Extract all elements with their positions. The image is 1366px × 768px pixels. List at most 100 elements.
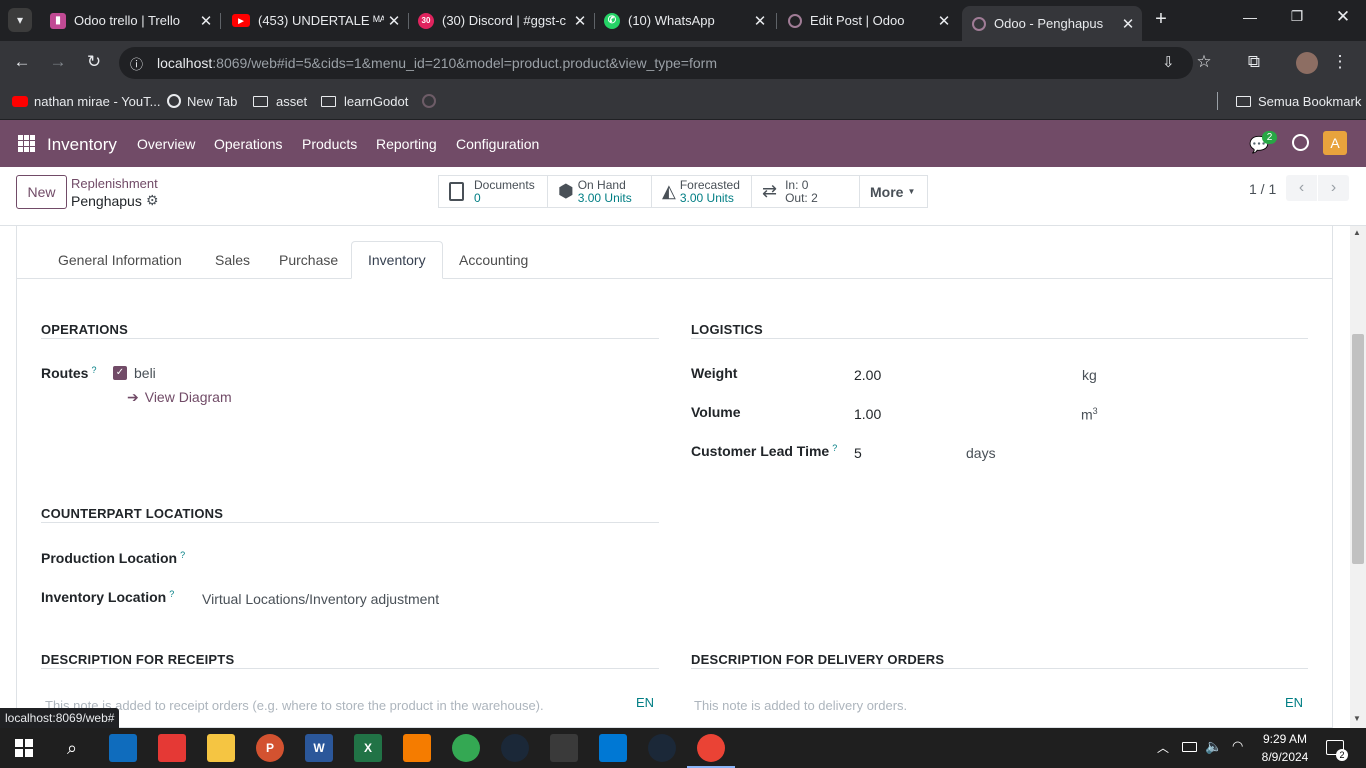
route-checkbox[interactable]: ✓ [113, 366, 127, 380]
file-explorer-icon[interactable] [207, 734, 235, 762]
scroll-up-icon[interactable]: ▲ [1353, 228, 1361, 237]
odoo-icon [422, 94, 436, 108]
new-tab-icon[interactable]: + [1150, 8, 1172, 31]
tab-general-information[interactable]: General Information [58, 241, 182, 279]
browser-tab-whatsapp[interactable]: ✆ (10) WhatsApp ✕ [594, 6, 774, 35]
word-icon[interactable]: W [305, 734, 333, 762]
restore-icon[interactable]: ❐ [1285, 8, 1309, 25]
window-close-icon[interactable]: ✕ [1331, 7, 1355, 27]
menu-overview[interactable]: Overview [137, 136, 195, 152]
odoo-navbar [0, 120, 1366, 167]
forward-icon[interactable]: → [46, 52, 70, 72]
bookmark-odoo[interactable] [422, 92, 436, 110]
menu-configuration[interactable]: Configuration [456, 136, 539, 152]
user-avatar[interactable]: A [1323, 131, 1347, 155]
in-out-smart-button[interactable]: ⇄ In: 0 Out: 2 [751, 175, 860, 208]
inventory-location-value[interactable]: Virtual Locations/Inventory adjustment [202, 591, 439, 607]
lead-time-value[interactable]: 5 [854, 445, 862, 461]
powerpoint-icon[interactable]: P [256, 734, 284, 762]
chrome-active-icon[interactable] [697, 734, 725, 762]
volume-unit-exponent: 3 [1092, 406, 1098, 416]
browser-tab-trello[interactable]: ▮ Odoo trello | Trello ✕ [40, 6, 220, 35]
tray-chevron-icon[interactable]: ︿ [1157, 739, 1169, 756]
menu-products[interactable]: Products [302, 136, 357, 152]
clock-time[interactable]: 9:29 AM [1257, 732, 1313, 746]
volume-value[interactable]: 1.00 [854, 406, 881, 422]
gift-icon[interactable] [158, 734, 186, 762]
tab-purchase[interactable]: Purchase [279, 241, 338, 279]
all-bookmarks[interactable]: Semua Bookmark [1236, 92, 1361, 110]
bookmark-asset[interactable]: asset [253, 92, 307, 110]
close-icon[interactable]: ✕ [196, 12, 216, 30]
bookmark-youtube[interactable]: nathan mirae - YouT... [12, 92, 160, 110]
address-bar[interactable]: ⓘ localhost:8069/web#id=5&cids=1&menu_id… [119, 47, 1193, 79]
receipts-description-input[interactable]: This note is added to receipt orders (e.… [45, 698, 544, 713]
browser-tab-youtube[interactable]: ▶ (453) UNDERTALE ᴹᴬᴵᴺ ✕ [222, 6, 408, 35]
extensions-icon[interactable]: ⧉ [1242, 52, 1266, 72]
help-icon[interactable]: ? [832, 443, 837, 453]
minimize-icon[interactable]: — [1238, 9, 1262, 25]
bookmark-new-tab[interactable]: New Tab [167, 92, 237, 110]
steam-icon-2[interactable] [648, 734, 676, 762]
steam-icon[interactable] [501, 734, 529, 762]
receipts-language-button[interactable]: EN [636, 695, 654, 710]
profile-avatar[interactable] [1296, 52, 1318, 74]
browser-tab-penghapus[interactable]: Odoo - Penghapus ✕ [962, 6, 1142, 41]
pager-next-icon[interactable]: › [1318, 175, 1349, 201]
forecasted-smart-button[interactable]: ◭ Forecasted 3.00 Units [651, 175, 752, 208]
reload-icon[interactable]: ↻ [82, 52, 106, 72]
close-icon[interactable]: ✕ [750, 12, 770, 30]
chrome-menu-icon[interactable]: ⋮ [1328, 52, 1352, 72]
browser-tab-edit-post[interactable]: Edit Post | Odoo ✕ [778, 6, 958, 35]
volume-icon[interactable]: 🔈 [1205, 738, 1222, 755]
clock-date[interactable]: 8/9/2024 [1257, 750, 1313, 764]
pager-value[interactable]: 1 / 1 [1249, 181, 1276, 197]
help-icon[interactable]: ? [180, 550, 185, 560]
close-icon[interactable]: ✕ [570, 12, 590, 30]
more-button[interactable]: More ▼ [859, 175, 928, 208]
twitch-icon[interactable] [550, 734, 578, 762]
menu-operations[interactable]: Operations [214, 136, 282, 152]
record-name: Penghapus [71, 193, 142, 209]
menu-reporting[interactable]: Reporting [376, 136, 437, 152]
app-menu-icon[interactable] [18, 135, 35, 152]
new-button[interactable]: New [16, 175, 67, 209]
activity-clock-icon[interactable] [1292, 134, 1309, 151]
help-icon[interactable]: ? [169, 589, 174, 599]
close-icon[interactable]: ✕ [1118, 15, 1138, 33]
search-icon[interactable]: ⌕ [58, 734, 86, 762]
back-icon[interactable]: ← [10, 52, 34, 72]
pager-prev-icon[interactable]: ‹ [1286, 175, 1317, 201]
vscode-icon[interactable] [599, 734, 627, 762]
bookmark-star-icon[interactable]: ☆ [1192, 52, 1216, 72]
delivery-language-button[interactable]: EN [1285, 695, 1303, 710]
excel-icon[interactable]: X [354, 734, 382, 762]
gear-icon[interactable]: ⚙ [146, 192, 159, 209]
scrollbar-thumb[interactable] [1352, 334, 1364, 564]
tab-inventory[interactable]: Inventory [351, 241, 443, 279]
windows-start-icon[interactable] [15, 739, 33, 757]
weight-value[interactable]: 2.00 [854, 367, 881, 383]
tab-sales[interactable]: Sales [215, 241, 250, 279]
tab-accounting[interactable]: Accounting [459, 241, 528, 279]
view-diagram-link[interactable]: ➔ View Diagram [127, 389, 232, 406]
tab-search-button[interactable]: ▾ [8, 8, 32, 32]
delivery-description-input[interactable]: This note is added to delivery orders. [694, 698, 907, 713]
site-info-icon[interactable]: ⓘ [130, 54, 146, 72]
wifi-icon[interactable]: ◠ [1232, 738, 1243, 754]
close-icon[interactable]: ✕ [934, 12, 954, 30]
scroll-down-icon[interactable]: ▼ [1353, 714, 1361, 723]
install-app-icon[interactable]: ⇩ [1162, 53, 1175, 71]
app-title[interactable]: Inventory [47, 135, 117, 155]
bookmark-learngodot[interactable]: learnGodot [321, 92, 408, 110]
breadcrumb-parent[interactable]: Replenishment [71, 176, 158, 191]
browser-tab-discord[interactable]: 30 (30) Discord | #ggst-c ✕ [408, 6, 594, 35]
chrome-icon[interactable] [452, 734, 480, 762]
documents-smart-button[interactable]: Documents 0 [438, 175, 548, 208]
battery-icon[interactable] [1182, 742, 1197, 752]
close-icon[interactable]: ✕ [384, 12, 404, 30]
app-orange-icon[interactable] [403, 734, 431, 762]
help-icon[interactable]: ? [91, 365, 96, 375]
onhand-smart-button[interactable]: ⬢ On Hand 3.00 Units [547, 175, 652, 208]
store-icon[interactable] [109, 734, 137, 762]
